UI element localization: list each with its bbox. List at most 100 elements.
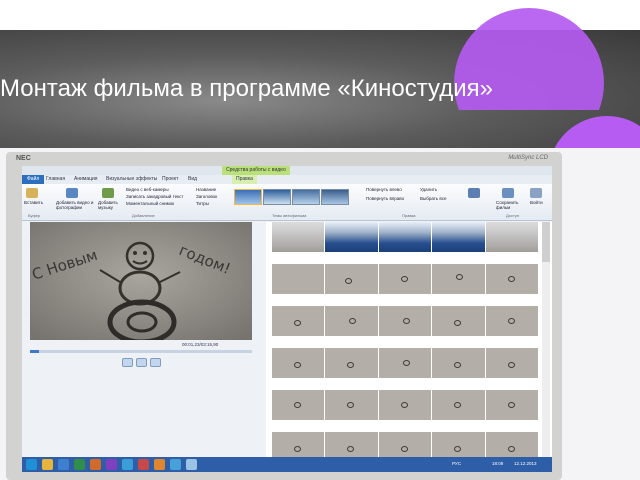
storyboard-row-1	[272, 222, 539, 252]
clip-frame[interactable]	[432, 264, 485, 294]
word-icon[interactable]	[58, 459, 69, 470]
rotate-right-button[interactable]: Повернуть вправо	[366, 196, 404, 201]
monitor-brand: NEC	[16, 155, 31, 162]
moviemaker-icon[interactable]	[186, 459, 197, 470]
taskbar-date[interactable]: 12.12.2013	[514, 461, 537, 466]
tab-edit[interactable]: Правка	[232, 175, 257, 184]
screen: Средства работы с видео Файл Главная Ани…	[22, 166, 552, 472]
clip-frame[interactable]	[325, 222, 378, 252]
title-button[interactable]: Название	[196, 187, 216, 192]
excel-icon[interactable]	[74, 459, 85, 470]
add-music-button[interactable]: Добавить музыку	[98, 200, 122, 210]
play-button[interactable]	[136, 358, 147, 367]
storyboard-row-3	[272, 306, 539, 336]
ie-icon[interactable]	[26, 459, 37, 470]
taskbar-clock[interactable]: 18:09	[492, 461, 503, 466]
theme-thumbnail-3[interactable]	[292, 189, 320, 205]
clip-frame[interactable]	[272, 306, 325, 336]
theme-thumbnail-4[interactable]	[321, 189, 349, 205]
scrollbar-thumb[interactable]	[542, 222, 550, 262]
group-clipboard: Буфер	[28, 213, 41, 218]
clip-frame[interactable]	[485, 390, 539, 420]
tab-view[interactable]: Вид	[188, 175, 197, 184]
group-add: Добавление	[132, 213, 155, 218]
clip-frame[interactable]	[432, 348, 485, 378]
firefox-icon[interactable]	[154, 459, 165, 470]
add-video-button[interactable]: Добавить видео и фотографии	[56, 200, 96, 210]
storyboard-scrollbar[interactable]	[542, 222, 550, 472]
storyboard[interactable]	[266, 222, 552, 472]
group-themes: Темы автофильма	[272, 213, 307, 218]
paste-button[interactable]: Вставить	[24, 200, 43, 205]
tab-file[interactable]: Файл	[22, 175, 45, 184]
clip-frame[interactable]	[378, 390, 432, 420]
tab-animation[interactable]: Анимация	[74, 175, 97, 184]
keyboard-language[interactable]: РУС	[452, 461, 461, 466]
skype-icon[interactable]	[122, 459, 133, 470]
ribbon-tabs: Файл Главная Анимация Визуальные эффекты…	[22, 175, 552, 184]
seek-bar[interactable]	[30, 350, 252, 353]
clip-frame[interactable]	[432, 306, 485, 336]
sign-in-icon[interactable]	[530, 188, 542, 198]
powerpoint-icon[interactable]	[90, 459, 101, 470]
narration-button[interactable]: Записать закадровый текст	[126, 194, 183, 199]
clip-frame[interactable]	[325, 264, 378, 294]
chrome-icon[interactable]	[170, 459, 181, 470]
preview-frame-image: С Новым годом!	[30, 222, 252, 340]
clip-frame[interactable]	[272, 348, 325, 378]
paste-icon[interactable]	[26, 188, 38, 198]
group-edit: Правка	[402, 213, 416, 218]
webcam-button[interactable]: Видео с веб-камеры	[126, 187, 169, 192]
clip-frame[interactable]	[378, 348, 432, 378]
theme-thumbnail-2[interactable]	[263, 189, 291, 205]
clip-frame[interactable]	[485, 264, 539, 294]
window-titlebar: Средства работы с видео	[22, 166, 552, 175]
sign-in-button[interactable]: Войти	[530, 200, 543, 205]
add-video-icon[interactable]	[66, 188, 78, 198]
storyboard-row-4	[272, 348, 539, 378]
seek-progress	[30, 350, 39, 353]
clip-frame[interactable]	[432, 390, 485, 420]
clip-frame[interactable]	[432, 222, 485, 252]
clip-frame[interactable]	[272, 222, 325, 252]
ribbon: Вставить Добавить видео и фотографии Доб…	[22, 184, 552, 221]
clip-frame[interactable]	[325, 306, 378, 336]
tab-home[interactable]: Главная	[46, 175, 65, 184]
save-movie-button[interactable]: Сохранить фильм	[496, 200, 520, 210]
tab-visual-effects[interactable]: Визуальные эффекты	[106, 175, 157, 184]
clip-frame[interactable]	[485, 348, 539, 378]
video-preview[interactable]: С Новым годом!	[30, 222, 252, 340]
clip-frame[interactable]	[272, 264, 325, 294]
select-all-button[interactable]: Выбрать все	[420, 196, 446, 201]
caption-button[interactable]: Заголовок	[196, 194, 217, 199]
snapshot-button[interactable]: Моментальный снимок	[126, 201, 174, 206]
monitor-model: MultiSync LCD	[508, 155, 548, 161]
theme-thumbnail-1[interactable]	[234, 189, 262, 205]
credits-button[interactable]: Титры	[196, 201, 209, 206]
tab-project[interactable]: Проект	[162, 175, 178, 184]
clip-frame[interactable]	[272, 390, 325, 420]
next-frame-button[interactable]	[150, 358, 161, 367]
video-tools-badge: Средства работы с видео	[222, 166, 290, 175]
app-icon[interactable]	[106, 459, 117, 470]
delete-button[interactable]: Удалить	[420, 187, 437, 192]
group-share: Доступ	[506, 213, 520, 218]
storyboard-row-5	[272, 390, 539, 420]
clip-frame[interactable]	[485, 306, 539, 336]
clip-frame[interactable]	[378, 222, 432, 252]
clip-frame[interactable]	[325, 348, 378, 378]
clip-frame[interactable]	[378, 264, 432, 294]
rotate-left-button[interactable]: Повернуть влево	[366, 187, 402, 192]
storyboard-row-2	[272, 264, 539, 294]
folder-icon[interactable]	[42, 459, 53, 470]
save-movie-icon[interactable]	[502, 188, 514, 198]
opera-icon[interactable]	[138, 459, 149, 470]
taskbar: РУС 18:09 12.12.2013	[22, 457, 552, 472]
prev-frame-button[interactable]	[122, 358, 133, 367]
clip-frame[interactable]	[378, 306, 432, 336]
monitor: NEC MultiSync LCD Средства работы с виде…	[6, 152, 562, 480]
clip-frame[interactable]	[325, 390, 378, 420]
cloud-icon[interactable]	[468, 188, 480, 198]
music-icon[interactable]	[102, 188, 114, 198]
clip-frame[interactable]	[485, 222, 539, 252]
